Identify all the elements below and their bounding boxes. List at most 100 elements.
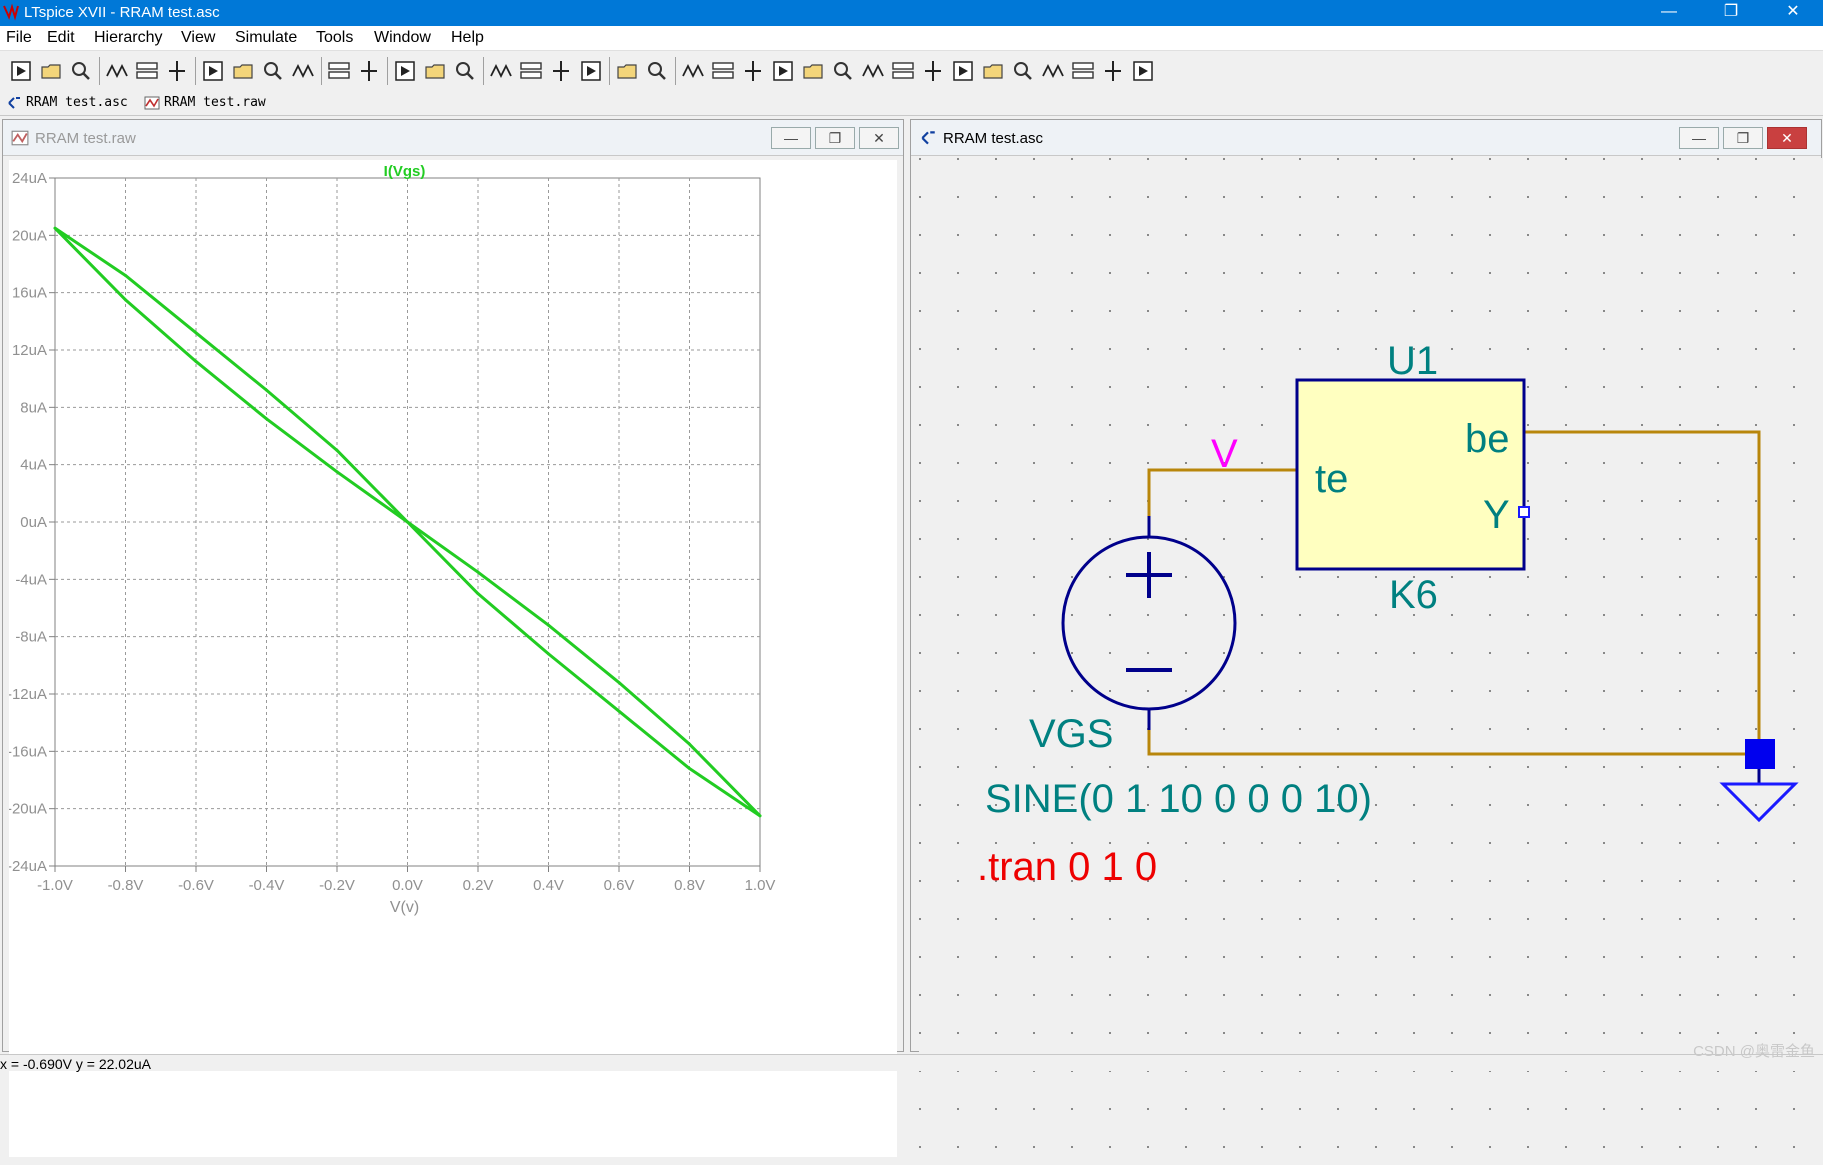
data-point [194, 331, 198, 335]
y-tick-label: 12uA [12, 342, 47, 359]
maximize-button[interactable]: ❐ [1708, 0, 1754, 26]
erase-icon[interactable] [356, 58, 382, 84]
x-tick-label: -1.0V [37, 877, 73, 894]
zoom-in-icon[interactable] [200, 58, 226, 84]
toolbar-separator [195, 57, 196, 85]
zoom-out-icon[interactable] [260, 58, 286, 84]
x-tick-label: 0.2V [463, 877, 494, 894]
undo-icon[interactable] [980, 58, 1006, 84]
x-tick-label: 0.0V [392, 877, 423, 894]
plot-area[interactable]: -1.0V -0.8V -0.6V -0.4V -0.2V 0.0V 0.2V 0.4V 0.6… [7, 160, 897, 1160]
data-point [265, 388, 268, 392]
halt-icon[interactable] [134, 58, 160, 84]
menu-bar: File Edit Hierarchy View Simulate Tools … [0, 26, 1823, 50]
waveform-window-title: RRAM test.raw [35, 130, 136, 147]
y-tick-label: 0uA [20, 514, 47, 531]
schematic-icon [8, 97, 20, 109]
close-button[interactable]: ✕ [1770, 0, 1816, 26]
menu-file[interactable]: File [6, 29, 32, 47]
print-icon[interactable] [644, 58, 670, 84]
schematic-canvas[interactable]: U1 K6 te be Y V VGS SINE(0 1 10 0 0 0 10… [919, 158, 1823, 1157]
net-label-v[interactable]: V [1211, 432, 1238, 476]
wire-icon[interactable] [680, 58, 706, 84]
zoom-cancel-icon[interactable] [290, 58, 316, 84]
inductor-icon[interactable] [830, 58, 856, 84]
x-tick-label: 0.8V [674, 877, 705, 894]
cascade-icon[interactable] [452, 58, 478, 84]
spice-directive[interactable]: .tran 0 1 0 [977, 845, 1157, 889]
zoom-area-icon[interactable] [230, 58, 256, 84]
data-point [194, 360, 198, 363]
schematic-minimize-button[interactable]: — [1679, 127, 1719, 149]
toolbar-separator [609, 57, 610, 85]
component-value-label[interactable]: K6 [1389, 573, 1438, 617]
copy-icon[interactable] [518, 58, 544, 84]
x-tick-label: 1.0V [745, 877, 776, 894]
menu-edit[interactable]: Edit [47, 29, 75, 47]
pin-y-label: Y [1483, 493, 1510, 537]
data-point [758, 814, 762, 818]
iv-chart[interactable]: -1.0V -0.8V -0.6V -0.4V -0.2V 0.0V 0.2V 0.4V 0.6… [7, 160, 897, 1160]
source-name-label[interactable]: VGS [1029, 712, 1113, 756]
capacitor-icon[interactable] [800, 58, 826, 84]
component-ref-label[interactable]: U1 [1387, 339, 1438, 383]
autorange-icon[interactable] [326, 58, 352, 84]
text-icon[interactable] [1100, 58, 1126, 84]
x-axis-label: V(v) [390, 899, 419, 916]
x-tick-label: -0.6V [178, 877, 214, 894]
resistor-icon[interactable] [770, 58, 796, 84]
cut-icon[interactable] [488, 58, 514, 84]
redo-icon[interactable] [1010, 58, 1036, 84]
data-point [476, 570, 480, 574]
component-icon[interactable] [890, 58, 916, 84]
menu-tools[interactable]: Tools [316, 29, 353, 47]
pin-y-terminal[interactable] [1518, 506, 1530, 518]
tile-horizontal-icon[interactable] [392, 58, 418, 84]
x-tick-label: 0.4V [533, 877, 564, 894]
minimize-button[interactable]: — [1646, 0, 1692, 26]
schematic-window-caption: RRAM test.asc — ❐ ✕ [911, 120, 1821, 156]
menu-simulate[interactable]: Simulate [235, 29, 297, 47]
plot-minimize-button[interactable]: — [771, 127, 811, 149]
source-value-label[interactable]: SINE(0 1 10 0 0 0 10) [985, 777, 1372, 821]
tab-schematic[interactable]: RRAM test.asc [4, 93, 128, 113]
open-icon[interactable] [38, 58, 64, 84]
run-icon[interactable] [8, 58, 34, 84]
schematic-drawing[interactable]: U1 K6 te be Y V VGS SINE(0 1 10 0 0 0 10… [919, 158, 1823, 1157]
ground-junction[interactable] [1745, 739, 1775, 769]
data-point [335, 448, 339, 452]
plot-close-button[interactable]: ✕ [859, 127, 899, 149]
data-point [547, 652, 550, 656]
schematic-close-button[interactable]: ✕ [1767, 127, 1807, 149]
save-icon[interactable] [68, 58, 94, 84]
mirror-icon[interactable] [1070, 58, 1096, 84]
spice-directive-icon[interactable] [1130, 58, 1156, 84]
y-tick-label: -12uA [9, 686, 47, 703]
menu-hierarchy[interactable]: Hierarchy [94, 29, 162, 47]
waveform-icon [11, 130, 29, 146]
data-point [124, 298, 127, 302]
find-icon[interactable] [578, 58, 604, 84]
schematic-maximize-button[interactable]: ❐ [1723, 127, 1763, 149]
menu-window[interactable]: Window [374, 29, 431, 47]
move-icon[interactable] [920, 58, 946, 84]
tab-waveform[interactable]: RRAM test.raw [142, 93, 266, 113]
data-point [617, 681, 621, 684]
control-panel-icon[interactable] [104, 58, 130, 84]
trace-title[interactable]: I(Vgs) [384, 163, 426, 180]
diode-icon[interactable] [860, 58, 886, 84]
pan-icon[interactable] [164, 58, 190, 84]
watermark: CSDN @奥雷金鱼 [1693, 1043, 1815, 1060]
menu-view[interactable]: View [181, 29, 215, 47]
plot-maximize-button[interactable]: ❐ [815, 127, 855, 149]
label-icon[interactable] [740, 58, 766, 84]
tile-vertical-icon[interactable] [422, 58, 448, 84]
rotate-icon[interactable] [1040, 58, 1066, 84]
ground-icon[interactable] [710, 58, 736, 84]
drag-icon[interactable] [950, 58, 976, 84]
data-point [476, 592, 480, 596]
menu-help[interactable]: Help [451, 29, 484, 47]
print-setup-icon[interactable] [614, 58, 640, 84]
y-tick-label: 8uA [20, 399, 47, 416]
paste-icon[interactable] [548, 58, 574, 84]
